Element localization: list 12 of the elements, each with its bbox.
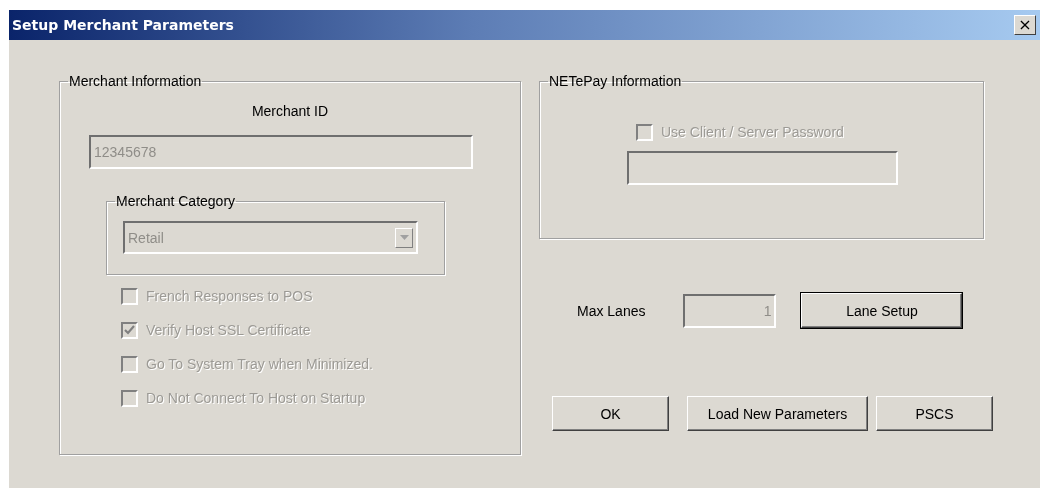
dialog-button[interactable]: OK (552, 396, 669, 431)
field-label: Merchant ID (251, 103, 329, 119)
group-title: Merchant Information (68, 73, 203, 89)
dialog-button[interactable]: PSCS (876, 396, 993, 431)
group-title: Merchant Category (115, 193, 237, 209)
lane-setup-button[interactable]: Lane Setup (801, 293, 963, 328)
group-title: NETePay Information (548, 73, 683, 89)
check-icon (124, 324, 135, 336)
close-button[interactable]: × (1014, 15, 1036, 35)
dialog-button[interactable]: Load New Parameters (687, 396, 868, 431)
window-title: Setup Merchant Parameters (12, 17, 234, 33)
field-label: Max Lanes (577, 302, 646, 319)
